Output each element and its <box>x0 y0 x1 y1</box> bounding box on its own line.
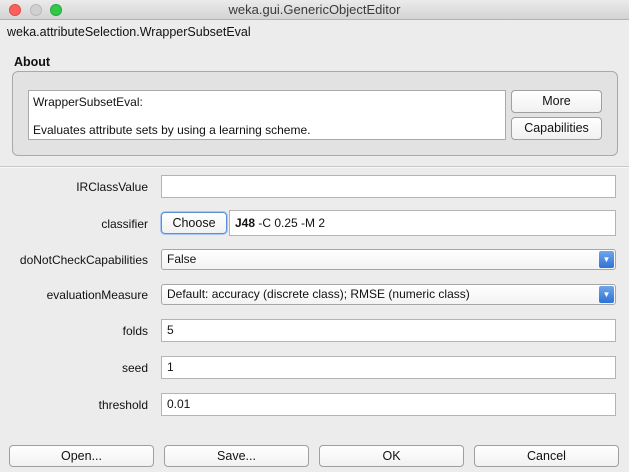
about-line-1: WrapperSubsetEval: <box>33 95 143 109</box>
save-button[interactable]: Save... <box>164 445 309 467</box>
evaluation-measure-select[interactable]: Default: accuracy (discrete class); RMSE… <box>161 284 616 305</box>
dropdown-arrow-icon: ▼ <box>599 251 614 268</box>
more-button[interactable]: More <box>511 90 602 113</box>
evaluation-measure-value: Default: accuracy (discrete class); RMSE… <box>167 287 470 301</box>
choose-button[interactable]: Choose <box>161 212 227 234</box>
divider <box>0 166 629 168</box>
folds-field[interactable]: 5 <box>161 319 616 342</box>
do-not-check-capabilities-select[interactable]: False ▼ <box>161 249 616 270</box>
about-panel: WrapperSubsetEval: Evaluates attribute s… <box>12 71 618 156</box>
open-button[interactable]: Open... <box>9 445 154 467</box>
evaluation-measure-label: evaluationMeasure <box>46 288 148 302</box>
about-description: WrapperSubsetEval: Evaluates attribute s… <box>28 90 506 140</box>
seed-label: seed <box>121 361 148 375</box>
title-bar: weka.gui.GenericObjectEditor <box>0 0 629 20</box>
classifier-options: -C 0.25 -M 2 <box>255 216 326 230</box>
dropdown-arrow-icon: ▼ <box>599 286 614 303</box>
threshold-label: threshold <box>98 398 148 412</box>
seed-field[interactable]: 1 <box>161 356 616 379</box>
classifier-name: J48 <box>235 216 256 230</box>
classifier-label: classifier <box>101 217 148 231</box>
ir-class-value-field[interactable] <box>161 175 616 198</box>
threshold-field[interactable]: 0.01 <box>161 393 616 416</box>
window-title: weka.gui.GenericObjectEditor <box>228 2 401 17</box>
capabilities-button[interactable]: Capabilities <box>511 117 602 140</box>
cancel-button[interactable]: Cancel <box>474 445 619 467</box>
ir-class-value-label: IRClassValue <box>76 180 148 194</box>
folds-label: folds <box>122 324 148 338</box>
do-not-check-capabilities-label: doNotCheckCapabilities <box>19 253 148 267</box>
about-heading: About <box>14 55 51 69</box>
do-not-check-capabilities-value: False <box>167 252 197 266</box>
class-name-label: weka.attributeSelection.WrapperSubsetEva… <box>7 25 251 39</box>
about-line-2: Evaluates attribute sets by using a lear… <box>33 123 311 137</box>
ok-button[interactable]: OK <box>319 445 464 467</box>
classifier-field[interactable]: J48 -C 0.25 -M 2 <box>229 210 616 236</box>
